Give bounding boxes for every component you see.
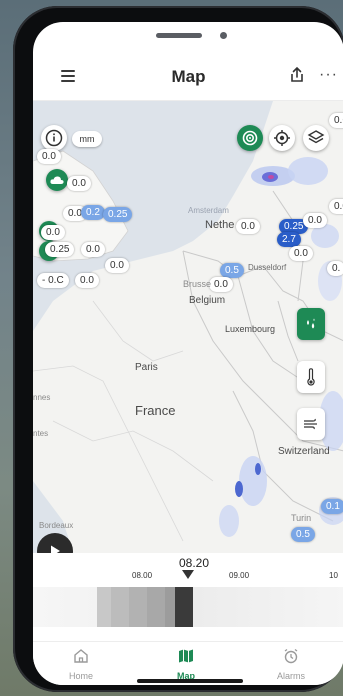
map-label-switzerland: Switzerland <box>278 446 330 457</box>
map-label-france: France <box>135 403 176 418</box>
app-header: Map ··· <box>33 58 343 101</box>
locate-button[interactable] <box>269 125 295 151</box>
timeline-selected-frame[interactable] <box>175 587 193 627</box>
precip-badge[interactable]: 0.0 <box>41 225 65 240</box>
precip-badge[interactable]: 0.0 <box>236 219 260 234</box>
map-label-dusseldorf: Dusseldorf <box>248 263 287 272</box>
nav-alarms[interactable]: Alarms <box>251 648 331 681</box>
precip-badge[interactable]: 0.5 <box>220 263 244 278</box>
app-screen: Map ··· mm 0.0 0.0 0.0 0.2 0.25 0.0 0.25… <box>33 22 343 685</box>
alarm-clock-icon <box>284 648 298 664</box>
precip-badge[interactable]: 0.0 <box>37 149 61 164</box>
precip-badge[interactable]: 2.7 <box>277 232 301 247</box>
precip-badge[interactable]: 0.0 <box>105 258 129 273</box>
nav-alarms-label: Alarms <box>276 671 305 681</box>
map-label-turin: Turin <box>291 513 312 523</box>
raindrops-icon <box>307 318 315 329</box>
timeline-tick: 08.00 <box>132 571 153 580</box>
layers-button[interactable] <box>303 125 329 151</box>
precip-badge[interactable]: 0.0 <box>67 176 91 191</box>
temperature-layer-button[interactable] <box>297 361 325 393</box>
precip-badge[interactable]: - 0.C <box>37 273 69 288</box>
precip-badge[interactable]: 0. <box>327 261 343 276</box>
info-icon <box>45 129 63 147</box>
info-button[interactable] <box>41 125 67 151</box>
precip-badge[interactable]: 0.0 <box>329 199 343 214</box>
map-label-rennes: nnes <box>33 393 51 402</box>
map-label-netherlands: Nethe <box>205 219 235 231</box>
timeline-pointer-icon <box>182 570 194 579</box>
share-icon[interactable] <box>287 65 307 85</box>
timeline-current-time: 08.20 <box>179 556 210 570</box>
cloud-icon <box>50 176 64 184</box>
map-label-paris: Paris <box>135 362 158 373</box>
precip-badge[interactable]: 0.0 <box>303 213 327 228</box>
map-label-nantes: ntes <box>33 429 49 438</box>
precip-badge[interactable]: 0.0 <box>209 277 233 292</box>
thermometer-icon <box>307 368 315 386</box>
precip-badge[interactable]: 0.0 <box>289 246 313 261</box>
radar-map[interactable]: mm 0.0 0.0 0.0 0.2 0.25 0.0 0.25 0.0 0.0… <box>33 101 343 553</box>
home-icon <box>74 649 88 663</box>
nav-home-label: Home <box>68 671 93 681</box>
map-label-belgium: Belgium <box>189 295 226 306</box>
weather-station-marker[interactable] <box>46 169 68 191</box>
map-label-brussels: Brusse <box>183 279 212 289</box>
precip-badge[interactable]: 0.5 <box>291 527 315 542</box>
precip-badge[interactable]: 0.C <box>329 113 343 128</box>
nav-map[interactable]: Map <box>146 648 226 681</box>
front-camera <box>220 32 227 39</box>
precip-badge[interactable]: 0.2 <box>81 205 105 220</box>
map-label-luxembourg: Luxembourg <box>225 324 276 334</box>
precip-badge[interactable]: 0.25 <box>103 207 133 222</box>
play-icon <box>51 545 60 553</box>
radar-layer-button[interactable] <box>237 125 263 151</box>
speaker-grille <box>156 33 202 38</box>
wind-layer-button[interactable] <box>297 408 325 440</box>
home-indicator[interactable] <box>137 679 243 683</box>
precipitation-layer-button[interactable] <box>297 308 325 340</box>
timeline-tick: 09.00 <box>229 571 250 580</box>
layers-icon <box>307 130 325 144</box>
map-icon <box>179 649 193 663</box>
precip-badge[interactable]: 0.25 <box>45 242 75 257</box>
wind-icon <box>304 418 317 430</box>
precip-badge[interactable]: 0.0 <box>75 273 99 288</box>
time-slider[interactable]: 08.20 08.00 09.00 10 <box>33 553 343 641</box>
precip-badge[interactable]: 0.1 <box>321 499 343 514</box>
nav-home[interactable]: Home <box>41 648 121 681</box>
precip-badge[interactable]: 0.0 <box>81 242 105 257</box>
unit-toggle[interactable]: mm <box>72 131 102 147</box>
map-label-bordeaux: Bordeaux <box>39 521 74 530</box>
more-options-icon[interactable]: ··· <box>319 66 338 84</box>
location-target-icon <box>274 130 290 146</box>
radar-icon <box>242 130 258 146</box>
timeline-tick: 10 <box>329 571 338 580</box>
map-label-amsterdam: Amsterdam <box>188 206 229 215</box>
